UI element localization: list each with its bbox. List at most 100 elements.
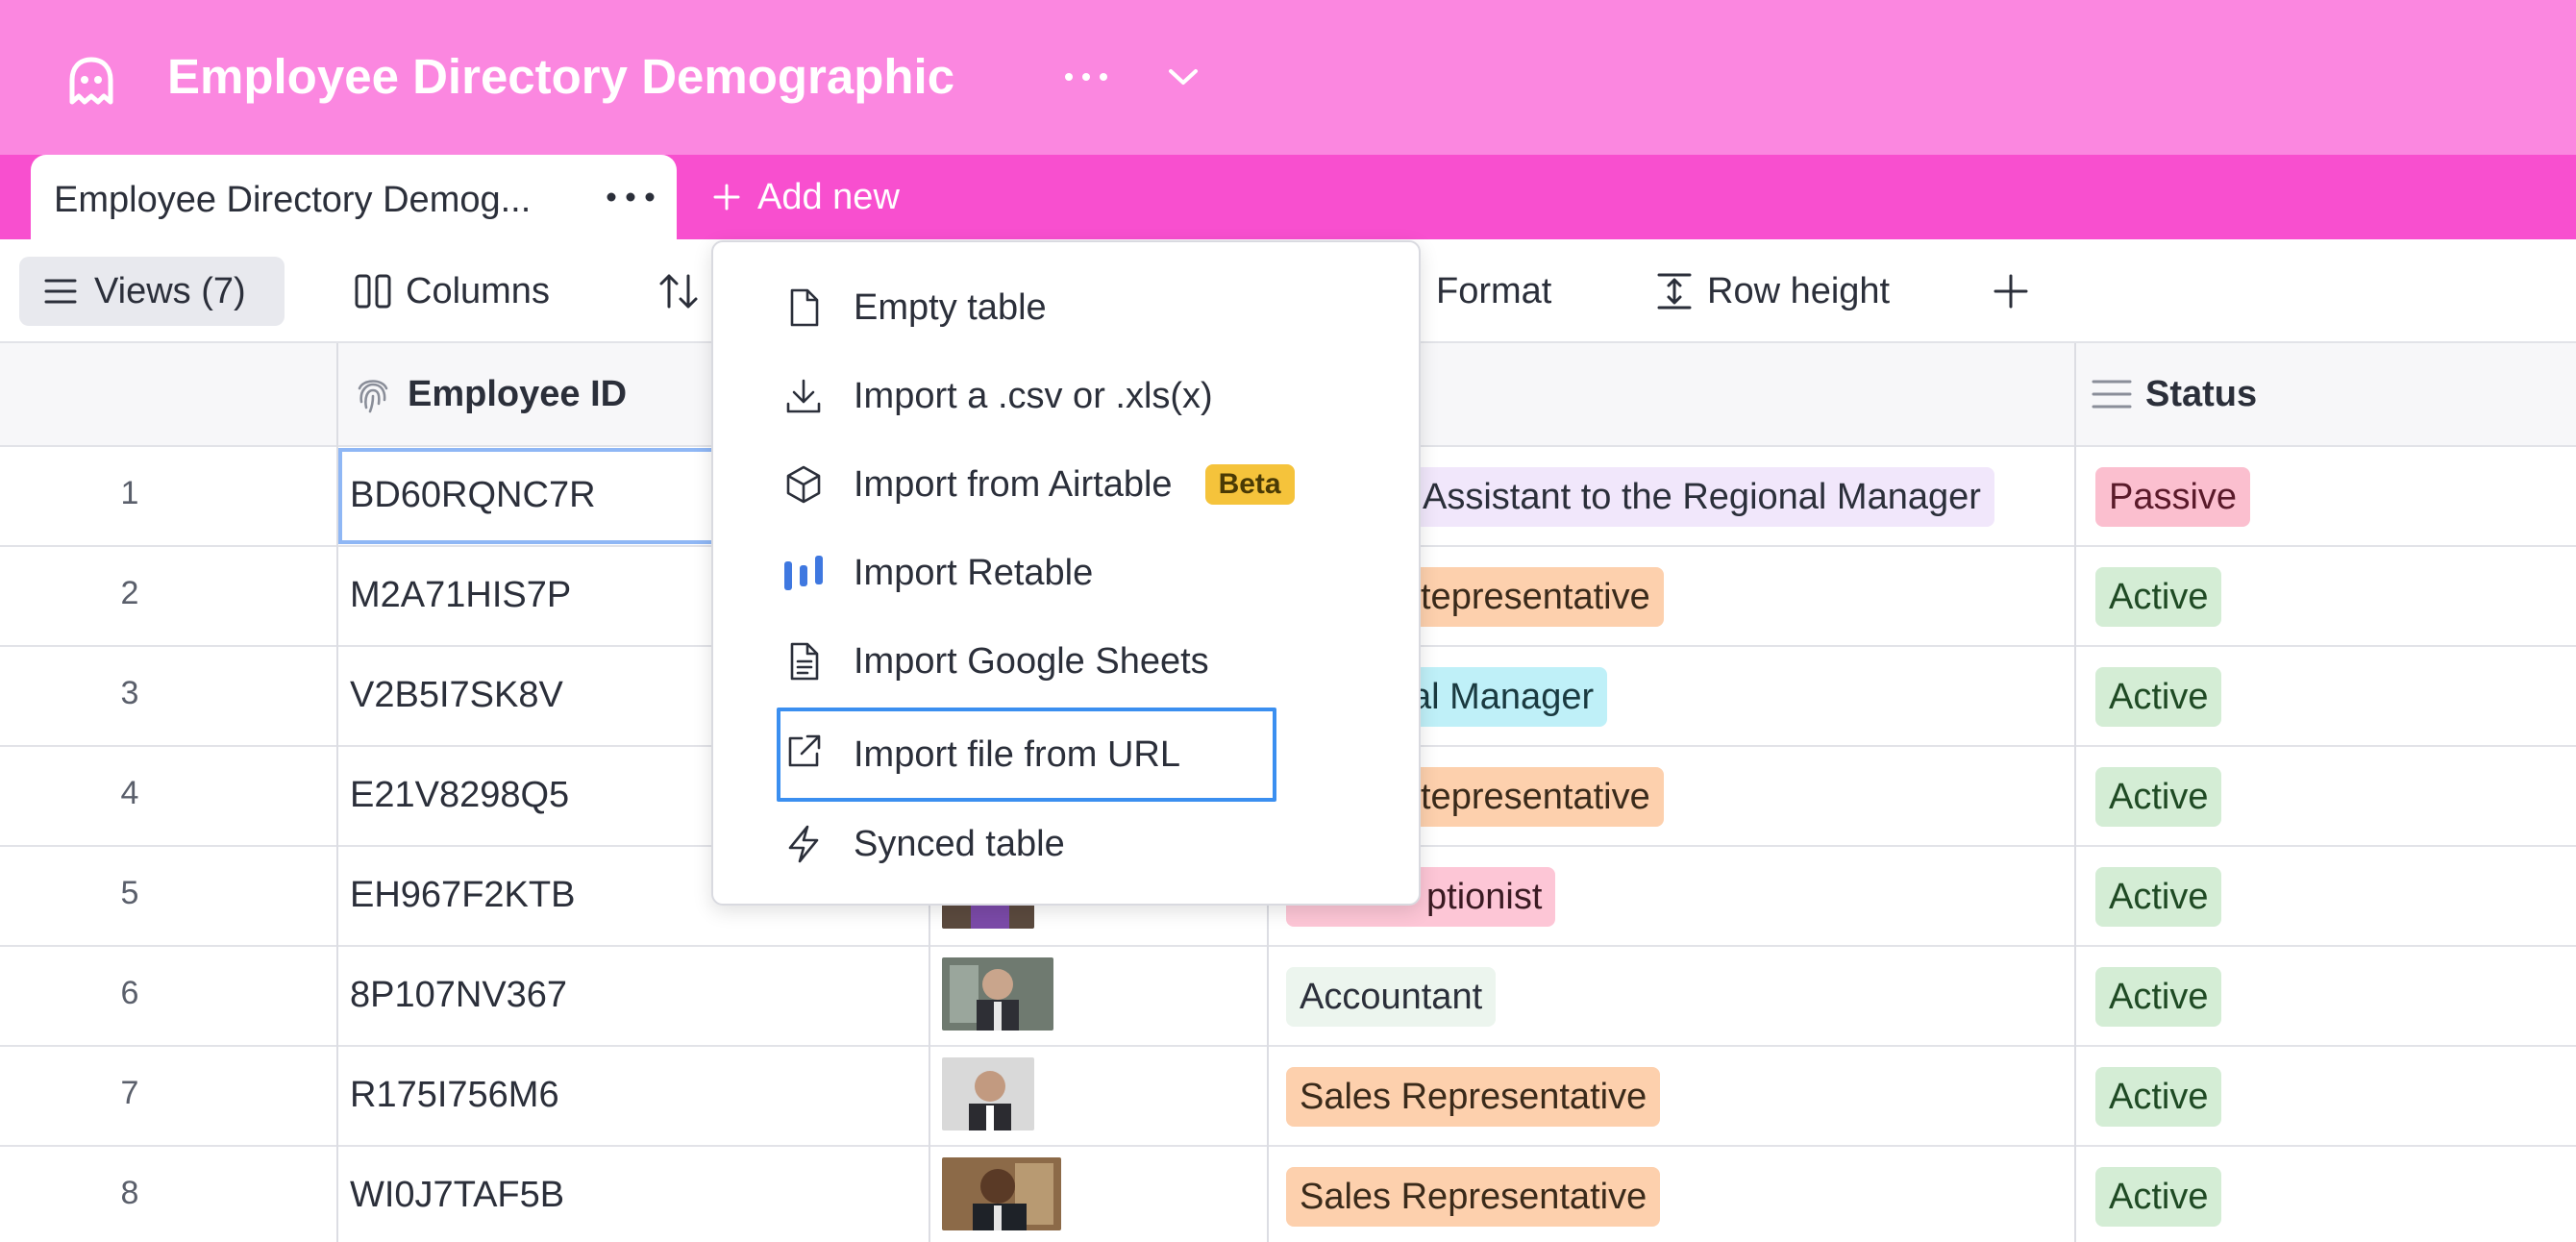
status-badge[interactable]: Active <box>2095 667 2222 727</box>
sheet-icon <box>790 642 819 681</box>
status-label: Active <box>2109 676 2209 717</box>
row-height-icon <box>1657 273 1692 310</box>
status-badge[interactable]: Active <box>2095 1167 2222 1227</box>
add-toolbar-button[interactable] <box>1992 239 2043 343</box>
add-new-menu: Empty table Import a .csv or .xls(x) Imp… <box>711 240 1421 906</box>
employee-photo[interactable] <box>942 957 1053 1031</box>
status-badge[interactable]: Passive <box>2095 467 2251 527</box>
pill-label: ptionist <box>1426 876 1543 917</box>
employee-id-cell[interactable]: 8P107NV367 <box>350 975 567 1016</box>
employee-id-cell[interactable]: R175I756M6 <box>350 1075 559 1116</box>
menu-item-label: Import Retable <box>854 552 1094 593</box>
menu-item-import-csv[interactable]: Import a .csv or .xls(x) <box>734 352 1401 440</box>
row-number: 8 <box>120 1175 139 1211</box>
sort-button[interactable] <box>657 239 713 343</box>
status-badge[interactable]: Active <box>2095 1067 2222 1127</box>
column-title: Status <box>2145 373 2258 414</box>
add-new-label: Add new <box>757 176 900 217</box>
beta-badge: Beta <box>1204 464 1295 505</box>
row-number: 7 <box>120 1075 139 1111</box>
menu-item-import-google-sheets[interactable]: Import Google Sheets <box>734 617 1401 706</box>
format-button[interactable]: Format <box>1436 239 1551 343</box>
status-label: Active <box>2109 1076 2209 1117</box>
pill-label: tepresentative <box>1421 776 1650 817</box>
format-label: Format <box>1436 270 1552 311</box>
row-number: 6 <box>120 975 139 1011</box>
sort-icon <box>659 274 698 309</box>
status-label: Passive <box>2109 476 2238 517</box>
employee-id-cell[interactable]: EH967F2KTB <box>350 875 575 916</box>
external-link-icon <box>788 734 821 767</box>
file-icon <box>790 288 819 327</box>
menu-item-import-file-from-url[interactable]: Import file from URL <box>777 708 1276 802</box>
columns-icon <box>355 274 391 309</box>
employee-id-cell[interactable]: WI0J7TAF5B <box>350 1175 564 1216</box>
menu-item-import-airtable[interactable]: Import from Airtable Beta <box>734 440 1401 529</box>
employee-photo[interactable] <box>942 1057 1034 1130</box>
views-button[interactable]: Views (7) <box>19 257 285 326</box>
ghost-logo-icon[interactable] <box>63 54 119 110</box>
row-number: 5 <box>120 875 139 911</box>
divider <box>0 945 2576 947</box>
chevron-down-icon[interactable] <box>1159 58 1207 96</box>
row-number: 2 <box>120 575 139 611</box>
divider <box>0 1145 2576 1147</box>
column-divider <box>2074 343 2076 1242</box>
fingerprint-icon <box>358 380 388 413</box>
status-label: Active <box>2109 876 2209 917</box>
status-badge[interactable]: Active <box>2095 767 2222 827</box>
plus-icon <box>1994 274 2028 309</box>
job-title-pill[interactable]: Sales Representative <box>1286 1067 1661 1127</box>
employee-id-cell[interactable]: BD60RQNC7R <box>350 475 596 516</box>
row-height-button[interactable]: Row height <box>1655 239 1890 343</box>
employee-id-cell[interactable]: E21V8298Q5 <box>350 775 569 816</box>
menu-item-label: Synced table <box>854 823 1065 864</box>
status-label: Active <box>2109 776 2209 817</box>
columns-label: Columns <box>406 270 550 311</box>
pill-label: tepresentative <box>1421 576 1650 617</box>
status-badge[interactable]: Active <box>2095 567 2222 627</box>
status-label: Active <box>2109 1176 2209 1217</box>
menu-item-label: Import file from URL <box>854 733 1180 775</box>
employee-id-cell[interactable]: V2B5I7SK8V <box>350 675 563 716</box>
lightning-icon <box>788 825 819 863</box>
add-new-button[interactable]: Add new <box>711 173 900 221</box>
download-icon <box>786 379 821 413</box>
pill-label: Assistant to the Regional Manager <box>1423 476 1981 517</box>
row-number: 4 <box>120 775 139 811</box>
cube-icon <box>786 465 821 504</box>
plus-icon <box>713 184 740 211</box>
menu-item-empty-table[interactable]: Empty table <box>734 263 1401 352</box>
tab-label[interactable]: Employee Directory Demog... <box>54 180 531 221</box>
single-select-icon <box>2092 380 2132 409</box>
row-number: 3 <box>120 675 139 711</box>
pill-label: Sales Representative <box>1300 1176 1647 1217</box>
employee-id-cell[interactable]: M2A71HIS7P <box>350 575 571 616</box>
status-badge[interactable]: Active <box>2095 867 2222 927</box>
views-label: Views (7) <box>94 270 246 311</box>
row-number: 1 <box>120 475 139 511</box>
app-title: Employee Directory Demographic <box>167 49 955 104</box>
divider <box>0 1045 2576 1047</box>
more-options-icon[interactable] <box>1057 58 1115 96</box>
tab-more-icon[interactable] <box>602 183 659 211</box>
column-header-employee-id[interactable]: Employee ID <box>352 343 627 445</box>
job-title-pill[interactable]: Sales Representative <box>1286 1167 1661 1227</box>
status-badge[interactable]: Active <box>2095 967 2222 1027</box>
pill-label: Sales Representative <box>1300 1076 1647 1117</box>
menu-item-label: Import Google Sheets <box>854 640 1209 682</box>
job-title-pill[interactable]: Accountant <box>1286 967 1497 1027</box>
pill-label: al Manager <box>1411 676 1595 717</box>
columns-button[interactable]: Columns <box>354 239 550 343</box>
employee-photo[interactable] <box>942 1157 1061 1230</box>
retable-icon <box>784 556 823 590</box>
status-label: Active <box>2109 576 2209 617</box>
column-header-status[interactable]: Status <box>2092 343 2257 445</box>
menu-item-synced-table[interactable]: Synced table <box>734 800 1401 888</box>
menu-item-label: Empty table <box>854 286 1047 328</box>
menu-item-label: Import a .csv or .xls(x) <box>854 375 1213 416</box>
menu-lines-icon <box>44 279 77 304</box>
menu-item-import-retable[interactable]: Import Retable <box>734 529 1401 617</box>
row-height-label: Row height <box>1707 270 1891 311</box>
status-label: Active <box>2109 976 2209 1017</box>
